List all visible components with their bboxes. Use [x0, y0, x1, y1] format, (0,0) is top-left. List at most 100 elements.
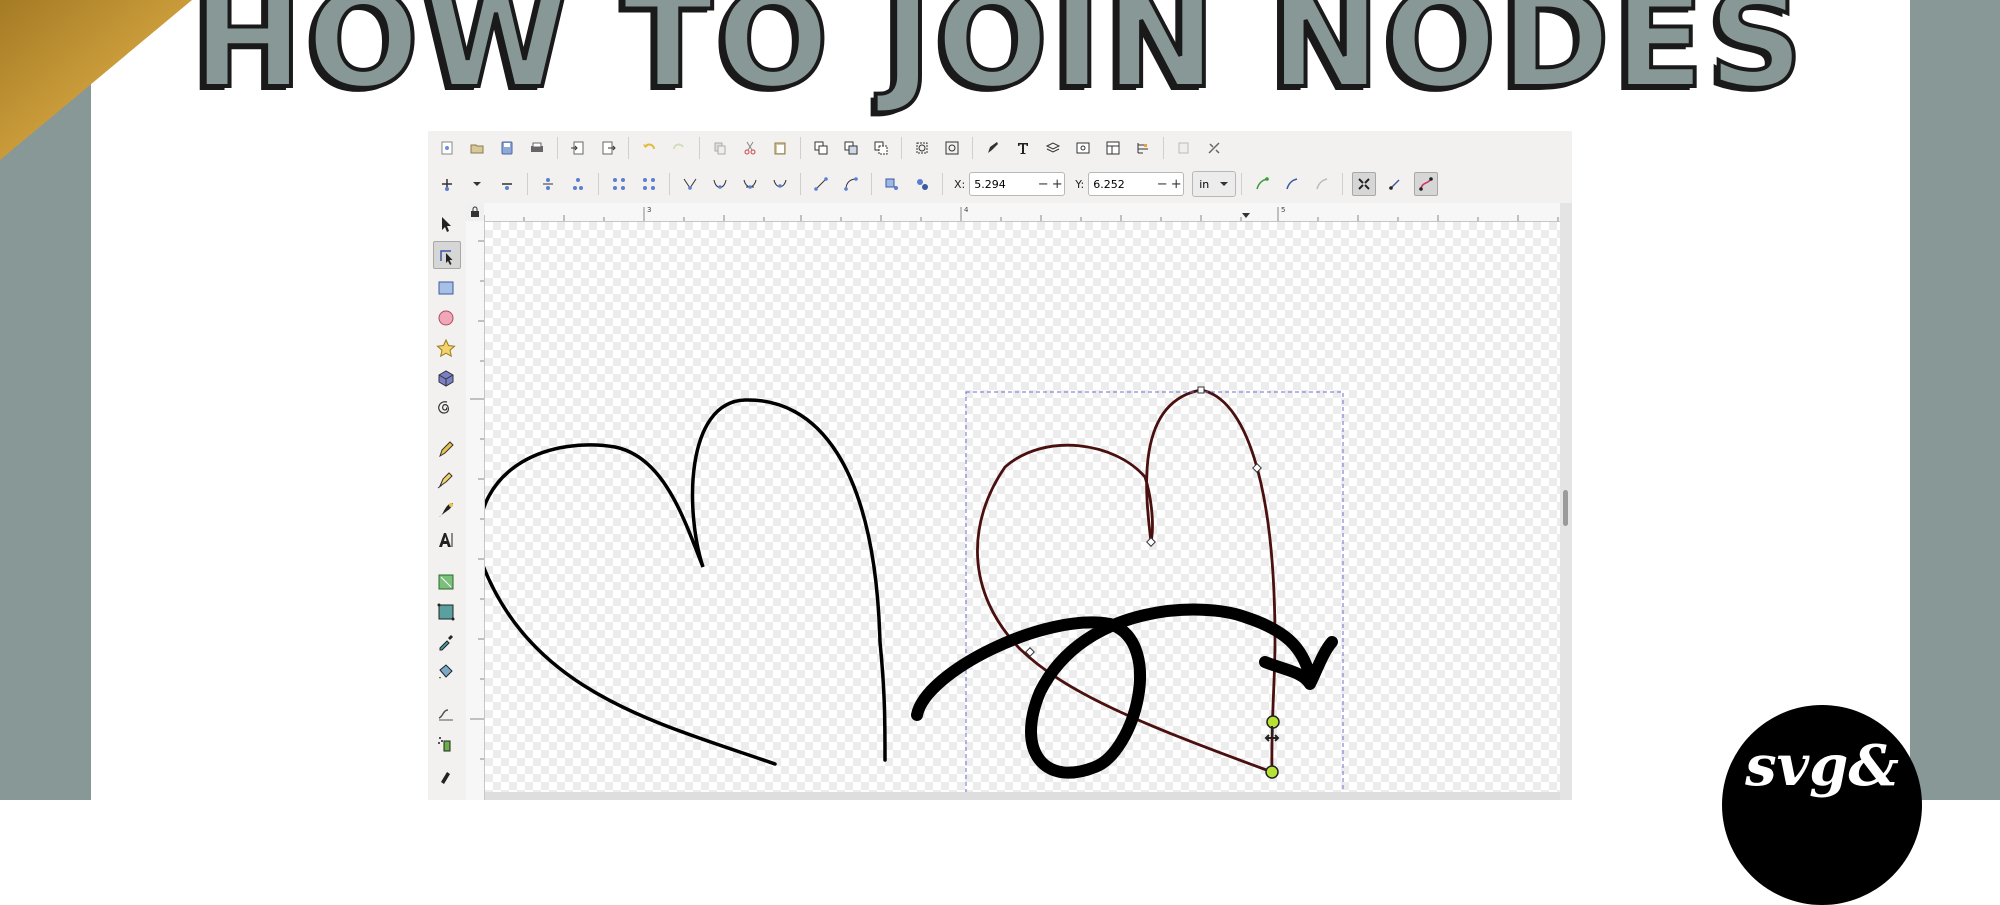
path-effect-icon[interactable]: [1414, 172, 1439, 196]
3d-box-tool-icon[interactable]: [433, 365, 459, 391]
vertical-ruler: [466, 221, 485, 800]
ruler-tick-label: 3: [647, 206, 651, 214]
gradient-tool-icon[interactable]: [433, 569, 459, 595]
delete-segment-icon[interactable]: [638, 173, 660, 195]
spiral-tool-icon[interactable]: [433, 395, 459, 421]
duplicate-icon[interactable]: [810, 137, 832, 159]
unlink-clone-icon[interactable]: [870, 137, 892, 159]
unit-select[interactable]: in: [1192, 171, 1237, 197]
text-tool-icon[interactable]: [433, 527, 459, 553]
drawing-canvas[interactable]: [485, 222, 1560, 792]
ruler-tick-label: 5: [1281, 206, 1285, 214]
separator: [972, 137, 973, 159]
layers-icon[interactable]: [1042, 137, 1064, 159]
ruler-position-marker: [1242, 213, 1250, 218]
transform-handles-icon[interactable]: [1352, 172, 1377, 196]
open-icon[interactable]: [466, 137, 488, 159]
y-input[interactable]: [1089, 175, 1156, 193]
settings-icon[interactable]: [1203, 137, 1225, 159]
separator: [669, 173, 670, 195]
right-heart-path[interactable]: [976, 388, 1277, 774]
xml-editor-icon[interactable]: [982, 137, 1004, 159]
lock-guides-icon[interactable]: [466, 203, 484, 221]
pencil-tool-icon[interactable]: [433, 437, 459, 463]
separator: [557, 137, 558, 159]
chevron-down-icon: [1220, 182, 1229, 186]
show-clip-icon[interactable]: [1311, 173, 1333, 195]
join-nodes-icon[interactable]: [537, 173, 559, 195]
x-label: X:: [954, 177, 966, 191]
chevron-down-icon[interactable]: [466, 173, 488, 195]
join-segment-icon[interactable]: [608, 173, 630, 195]
separator: [901, 137, 902, 159]
zoom-selection-icon[interactable]: [911, 137, 933, 159]
ellipse-tool-icon[interactable]: [433, 305, 459, 331]
left-heart-path[interactable]: [485, 398, 887, 766]
redo-icon[interactable]: [668, 137, 690, 159]
make-line-icon[interactable]: [810, 173, 832, 195]
selection-bbox: [965, 391, 1344, 792]
stroke-to-path-icon[interactable]: [911, 173, 933, 195]
cut-icon[interactable]: [739, 137, 761, 159]
inkscape-window: X: − + Y: − + in: [428, 131, 1572, 800]
smooth-node-icon[interactable]: [709, 173, 731, 195]
x-input[interactable]: [970, 175, 1037, 193]
zoom-drawing-icon[interactable]: [941, 137, 963, 159]
x-decrement-button[interactable]: −: [1036, 177, 1050, 192]
show-bbox-icon[interactable]: [1384, 173, 1406, 195]
brand-logo-text: svg&: [1745, 733, 1899, 799]
horizontal-scrollbar[interactable]: [485, 792, 1560, 800]
paint-bucket-tool-icon[interactable]: [433, 659, 459, 685]
cusp-node-icon[interactable]: [679, 173, 701, 195]
selector-tool-icon[interactable]: [433, 211, 459, 237]
node-editor-tool-icon[interactable]: [433, 241, 461, 269]
export-icon[interactable]: [597, 137, 619, 159]
pen-tool-icon[interactable]: [433, 467, 459, 493]
dropper-tool-icon[interactable]: [433, 629, 459, 655]
y-decrement-button[interactable]: −: [1155, 177, 1169, 192]
x-increment-button[interactable]: +: [1050, 177, 1064, 192]
zoom-page-icon[interactable]: [1173, 137, 1195, 159]
separator: [1163, 137, 1164, 159]
spray-tool-icon[interactable]: [433, 731, 459, 757]
separator: [871, 173, 872, 195]
symmetric-node-icon[interactable]: [739, 173, 761, 195]
y-increment-button[interactable]: +: [1169, 177, 1183, 192]
import-icon[interactable]: [567, 137, 589, 159]
show-outline-icon[interactable]: [1281, 173, 1303, 195]
page-title: HOW TO JOIN NODES: [191, 0, 1808, 120]
text-font-icon[interactable]: [1012, 137, 1034, 159]
separator: [1342, 173, 1344, 195]
y-field: − +: [1088, 172, 1185, 196]
eraser-tool-icon[interactable]: [433, 765, 459, 791]
vertical-scroll-thumb[interactable]: [1563, 490, 1568, 526]
undo-icon[interactable]: [638, 137, 660, 159]
make-curve-icon[interactable]: [840, 173, 862, 195]
align-distribute-icon[interactable]: [1102, 137, 1124, 159]
object-to-path-icon[interactable]: [881, 173, 903, 195]
delete-node-icon[interactable]: [496, 173, 518, 195]
preferences-icon[interactable]: [1132, 137, 1154, 159]
separator: [942, 173, 943, 195]
paste-icon[interactable]: [769, 137, 791, 159]
y-label: Y:: [1075, 177, 1085, 191]
auto-node-icon[interactable]: [769, 173, 791, 195]
object-properties-icon[interactable]: [1072, 137, 1094, 159]
save-icon[interactable]: [496, 137, 518, 159]
vertical-scrollbar[interactable]: [1560, 203, 1572, 800]
calligraphy-tool-icon[interactable]: [433, 497, 459, 523]
break-path-icon[interactable]: [567, 173, 589, 195]
clone-icon[interactable]: [840, 137, 862, 159]
print-icon[interactable]: [526, 137, 548, 159]
separator: [800, 137, 801, 159]
star-tool-icon[interactable]: [433, 335, 459, 361]
new-document-icon[interactable]: [436, 137, 458, 159]
brand-logo: svg&: [1722, 705, 1922, 905]
copy-icon[interactable]: [709, 137, 731, 159]
rectangle-tool-icon[interactable]: [433, 275, 459, 301]
show-handles-icon[interactable]: [1251, 173, 1273, 195]
separator: [527, 173, 528, 195]
tweak-tool-icon[interactable]: [433, 701, 459, 727]
mesh-tool-icon[interactable]: [433, 599, 459, 625]
insert-node-icon[interactable]: [436, 173, 458, 195]
